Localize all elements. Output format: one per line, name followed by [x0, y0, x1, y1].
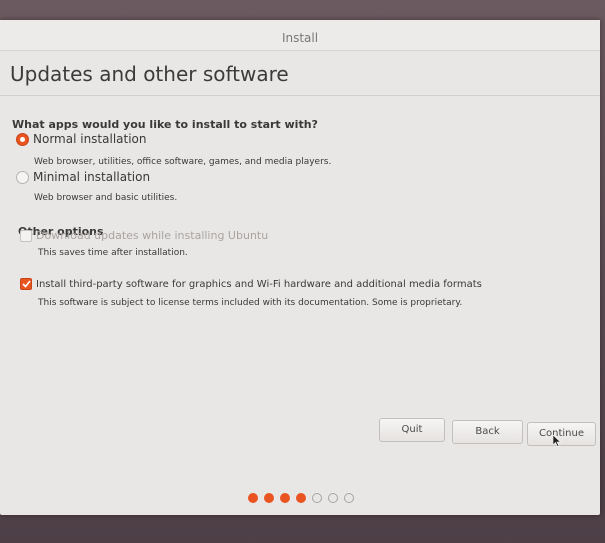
- page-title: Updates and other software: [10, 62, 289, 86]
- continue-button[interactable]: Continue: [527, 422, 596, 446]
- progress-dot: [264, 493, 274, 503]
- third-party-software-option[interactable]: Install third-party software for graphic…: [20, 278, 482, 290]
- mouse-cursor-icon: [553, 435, 561, 447]
- quit-button[interactable]: Quit: [379, 418, 445, 442]
- installer-window: Install Updates and other software What …: [0, 20, 600, 515]
- download-updates-label: Download updates while installing Ubuntu: [36, 229, 269, 242]
- back-button[interactable]: Back: [452, 420, 523, 444]
- normal-installation-description: Web browser, utilities, office software,…: [34, 157, 332, 167]
- progress-dot: [248, 493, 258, 503]
- progress-dot: [328, 493, 338, 503]
- checkmark-icon: [21, 280, 31, 288]
- progress-dot: [312, 493, 322, 503]
- download-updates-description: This saves time after installation.: [38, 248, 188, 258]
- download-updates-option[interactable]: Download updates while installing Ubuntu: [20, 229, 268, 242]
- progress-dot: [280, 493, 290, 503]
- third-party-software-description: This software is subject to license term…: [38, 298, 463, 308]
- normal-installation-radio[interactable]: [16, 132, 29, 146]
- minimal-installation-label: Minimal installation: [33, 170, 151, 184]
- third-party-software-label: Install third-party software for graphic…: [36, 278, 482, 290]
- normal-installation-option[interactable]: Normal installation: [16, 132, 147, 146]
- install-question: What apps would you like to install to s…: [12, 118, 318, 131]
- minimal-installation-radio[interactable]: [16, 170, 29, 184]
- progress-dot: [344, 493, 354, 503]
- normal-installation-label: Normal installation: [33, 132, 147, 146]
- header-divider: [0, 95, 600, 96]
- download-updates-checkbox[interactable]: [20, 229, 32, 242]
- progress-dots: [248, 493, 354, 503]
- third-party-software-checkbox[interactable]: [20, 278, 32, 290]
- minimal-installation-option[interactable]: Minimal installation: [16, 170, 150, 184]
- window-title: Install: [281, 31, 319, 45]
- minimal-installation-description: Web browser and basic utilities.: [34, 193, 178, 203]
- progress-dot: [296, 493, 306, 503]
- title-bar: Install: [0, 20, 600, 51]
